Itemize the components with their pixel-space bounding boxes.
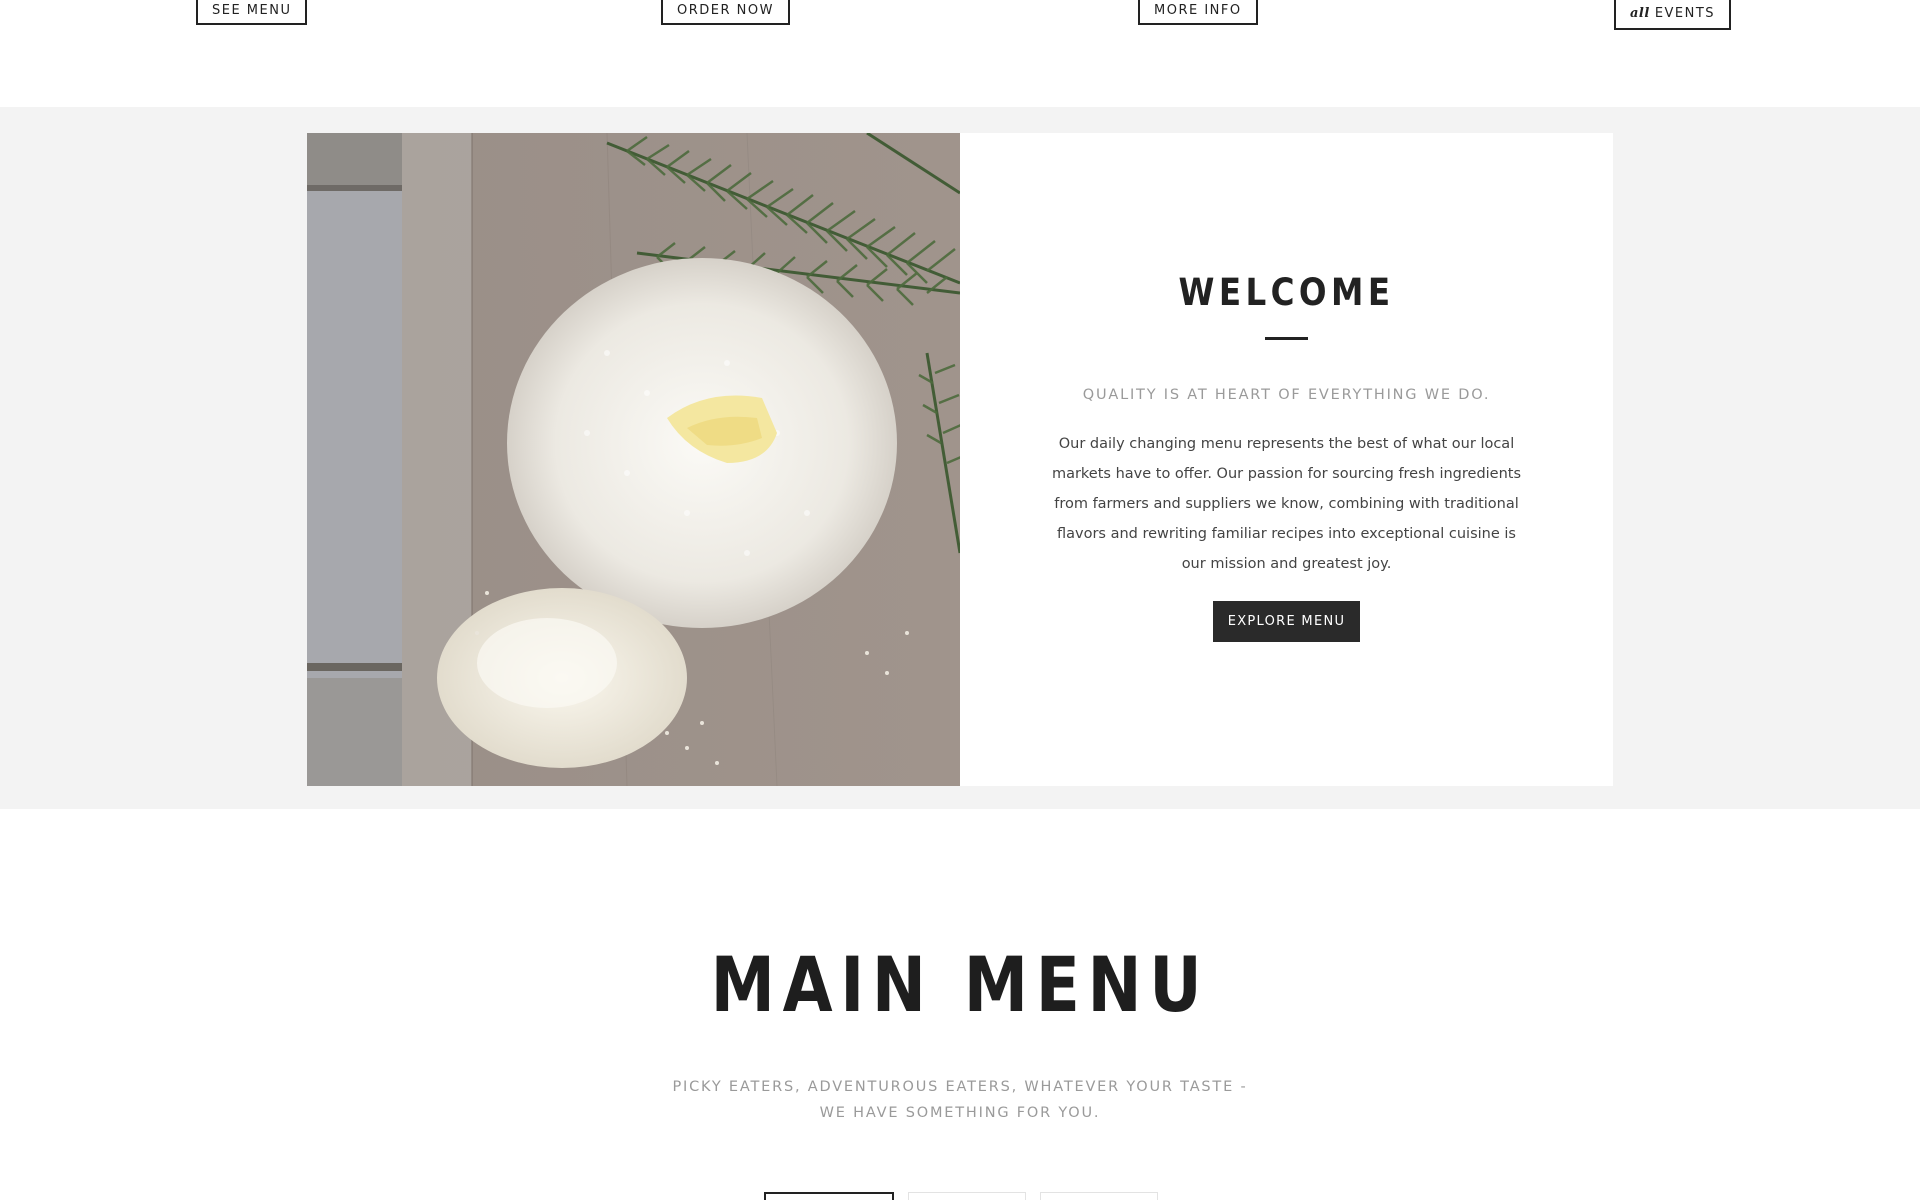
more-info-button[interactable]: MORE INFO xyxy=(1138,0,1258,25)
welcome-title: WELCOME xyxy=(1178,271,1395,314)
all-events-label: EVENTS xyxy=(1654,5,1716,21)
explore-menu-label: EXPLORE MENU xyxy=(1227,614,1346,629)
all-events-italic-label: all xyxy=(1630,5,1650,21)
menu-tab-1[interactable] xyxy=(764,1192,894,1200)
welcome-subtitle: QUALITY IS AT HEART OF EVERYTHING WE DO. xyxy=(1082,387,1491,403)
welcome-description: Our daily changing menu represents the b… xyxy=(1051,436,1522,572)
order-now-label: ORDER NOW xyxy=(677,3,774,18)
more-info-label: MORE INFO xyxy=(1154,3,1242,18)
main-menu-title: MAIN MENU xyxy=(710,940,1210,1029)
main-menu-subtitle: PICKY EATERS, ADVENTUROUS EATERS, WHATEV… xyxy=(672,1079,1248,1121)
see-menu-label: SEE MENU xyxy=(212,3,292,18)
order-now-button[interactable]: ORDER NOW xyxy=(661,0,790,25)
menu-tab-3[interactable] xyxy=(1040,1192,1158,1200)
menu-tab-2[interactable] xyxy=(908,1192,1026,1200)
all-events-button[interactable]: all EVENTS xyxy=(1614,0,1732,30)
explore-menu-button[interactable]: EXPLORE MENU xyxy=(1213,601,1360,642)
title-divider xyxy=(1265,337,1308,340)
rice-rosemary-photo xyxy=(307,133,960,786)
welcome-card: WELCOME QUALITY IS AT HEART OF EVERYTHIN… xyxy=(960,133,1613,786)
see-menu-button[interactable]: SEE MENU xyxy=(196,0,308,25)
